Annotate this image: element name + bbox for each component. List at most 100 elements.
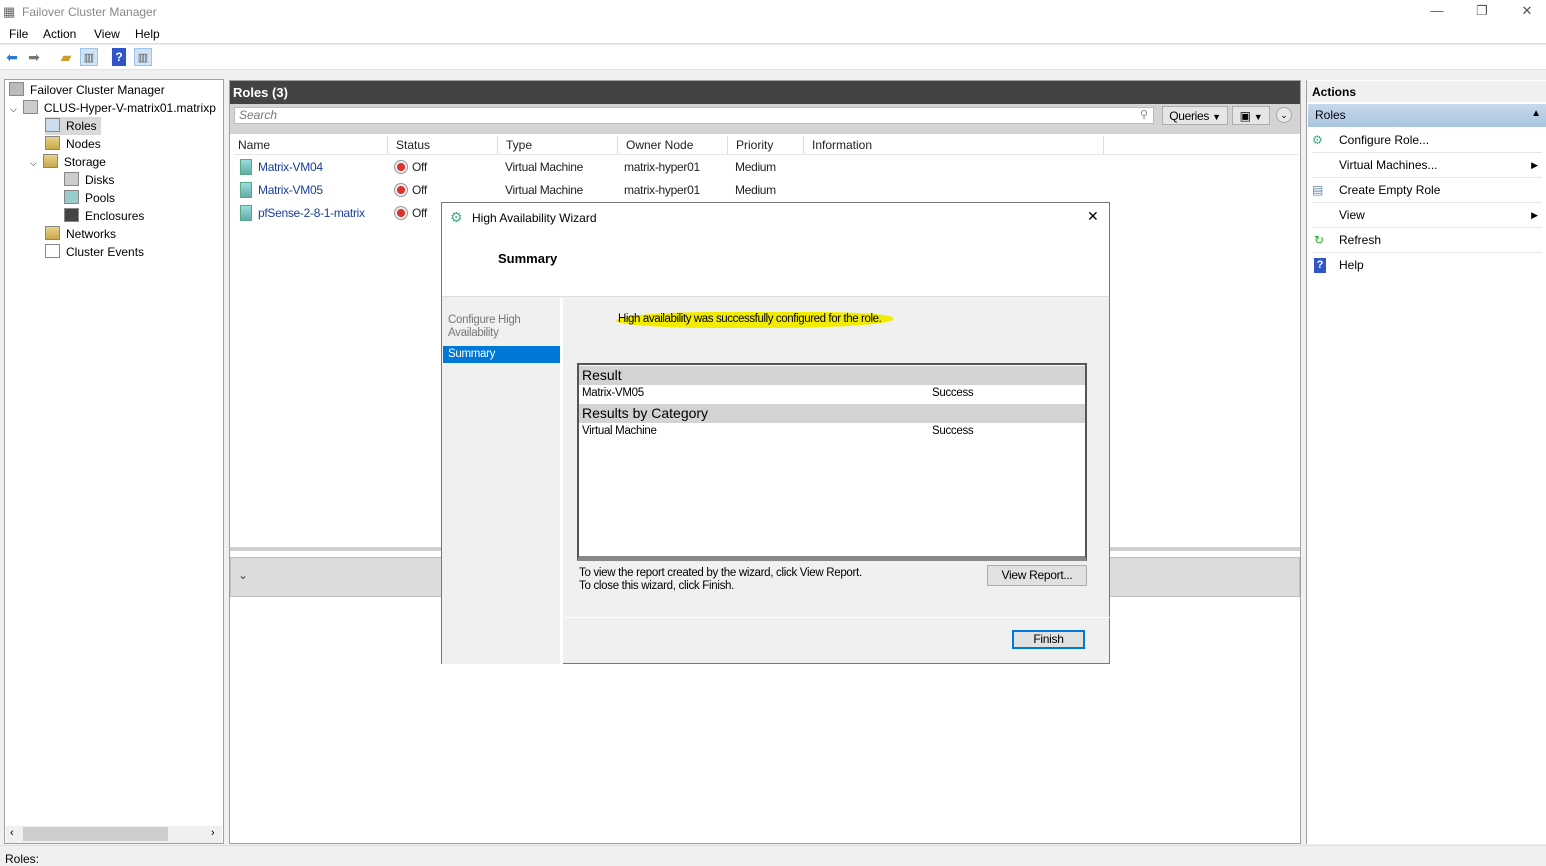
- restore-button[interactable]: ❐: [1472, 3, 1492, 19]
- action-help[interactable]: ? Help: [1312, 253, 1542, 278]
- tree-item-storage[interactable]: ⌵ Storage: [30, 153, 106, 171]
- roles-header: Roles (3): [230, 81, 1300, 104]
- tree-item-cluster-events[interactable]: Cluster Events: [45, 243, 144, 261]
- view-report-button[interactable]: View Report...: [987, 565, 1087, 586]
- chevron-down-icon[interactable]: ⌵: [30, 158, 37, 168]
- action-view[interactable]: View ▶: [1312, 203, 1542, 228]
- scroll-right-icon[interactable]: ›: [211, 827, 215, 839]
- menu-view[interactable]: View: [94, 27, 120, 41]
- action-label: Refresh: [1339, 233, 1382, 247]
- chevron-down-icon[interactable]: ⌵: [10, 104, 17, 114]
- finish-button[interactable]: Finish: [1012, 630, 1085, 649]
- minimize-button[interactable]: —: [1427, 3, 1447, 18]
- footer-divider: [565, 617, 1110, 618]
- tree-root[interactable]: Failover Cluster Manager: [9, 81, 165, 99]
- tree-label: Failover Cluster Manager: [30, 83, 165, 97]
- action-configure-role[interactable]: ⚙ Configure Role...: [1312, 128, 1542, 153]
- column-header-priority[interactable]: Priority: [728, 136, 804, 154]
- column-header-status[interactable]: Status: [388, 136, 498, 154]
- tree-item-pools[interactable]: Pools: [64, 189, 115, 207]
- back-arrow-icon[interactable]: ⬅: [3, 48, 21, 66]
- submenu-arrow-icon: ▶: [1531, 210, 1538, 220]
- column-header-type[interactable]: Type: [498, 136, 618, 154]
- dropdown-arrow-icon: ▼: [1212, 112, 1221, 122]
- table-row[interactable]: Matrix-VM05 Off Virtual Machine matrix-h…: [230, 180, 1300, 202]
- tree-cluster[interactable]: ⌵ CLUS-Hyper-V-matrix01.matrixp: [10, 99, 216, 117]
- role-type: Virtual Machine: [505, 160, 583, 174]
- result-header: Result: [579, 366, 1085, 385]
- roles-icon: [45, 118, 60, 132]
- close-button[interactable]: ✕: [1517, 3, 1537, 19]
- off-status-icon: [394, 183, 408, 197]
- cluster-manager-icon: [9, 82, 24, 96]
- collapse-chevron-icon[interactable]: ⌄: [1276, 107, 1292, 123]
- close-icon[interactable]: ✕: [1087, 208, 1099, 225]
- scrollbar-thumb[interactable]: [23, 827, 168, 841]
- tree-item-enclosures[interactable]: Enclosures: [64, 207, 144, 225]
- action-refresh[interactable]: ↻ Refresh: [1312, 228, 1542, 253]
- forward-arrow-icon[interactable]: ➡: [25, 48, 43, 66]
- wizard-page-heading: Summary: [498, 251, 558, 266]
- app-icon: ▦: [3, 4, 16, 19]
- show-hide-console-tree-icon[interactable]: ▥: [80, 48, 98, 66]
- help-icon[interactable]: ?: [112, 48, 126, 66]
- table-row[interactable]: Matrix-VM04 Off Virtual Machine matrix-h…: [230, 157, 1300, 179]
- window-title: Failover Cluster Manager: [22, 5, 157, 19]
- action-create-empty-role[interactable]: ▤ Create Empty Role: [1312, 178, 1542, 203]
- show-hide-action-pane-icon[interactable]: ▥: [134, 48, 152, 66]
- virtual-machine-icon: [240, 159, 252, 175]
- role-status: Off: [412, 160, 427, 174]
- tree-label: Networks: [66, 227, 117, 241]
- wizard-steps: Configure High Availability Summary: [442, 298, 563, 664]
- tree-label: CLUS-Hyper-V-matrix01.matrixp: [43, 101, 216, 115]
- up-folder-icon[interactable]: ▰: [57, 48, 75, 66]
- wizard-icon: ⚙: [450, 209, 463, 225]
- create-empty-role-icon: ▤: [1312, 183, 1324, 197]
- actions-section-roles[interactable]: Roles ▲: [1308, 104, 1546, 127]
- virtual-machine-icon: [240, 205, 252, 221]
- search-input[interactable]: Search: [234, 107, 1154, 124]
- column-header-name[interactable]: Name: [230, 136, 388, 154]
- save-query-button[interactable]: ▣ ▼: [1232, 106, 1270, 125]
- nodes-icon: [45, 136, 60, 150]
- off-status-icon: [394, 206, 408, 220]
- actions-title: Actions: [1307, 81, 1546, 102]
- action-label: View: [1339, 208, 1365, 222]
- cluster-icon: [22, 100, 38, 114]
- action-label: Virtual Machines...: [1339, 158, 1438, 172]
- role-type: Virtual Machine: [505, 183, 583, 197]
- results-box: Result Matrix-VM05 Success Results by Ca…: [577, 363, 1087, 561]
- action-virtual-machines[interactable]: Virtual Machines... ▶: [1312, 153, 1542, 178]
- tree-item-disks[interactable]: Disks: [64, 171, 114, 189]
- console-tree: Failover Cluster Manager ⌵ CLUS-Hyper-V-m…: [4, 79, 224, 844]
- step-configure-high-availability: Configure High Availability: [448, 314, 521, 339]
- off-status-icon: [394, 160, 408, 174]
- tree-label: Nodes: [66, 137, 101, 151]
- search-icon[interactable]: ⚲: [1140, 108, 1148, 121]
- queries-button[interactable]: Queries ▼: [1162, 106, 1228, 125]
- category-header: Results by Category: [579, 404, 1085, 423]
- section-label: Roles: [1315, 108, 1346, 122]
- column-header-information[interactable]: Information: [804, 136, 1104, 154]
- role-name: Matrix-VM05: [258, 183, 323, 197]
- tree-item-nodes[interactable]: Nodes: [45, 135, 101, 153]
- tree-label: Cluster Events: [66, 245, 145, 259]
- collapse-arrow-icon[interactable]: ▲: [1531, 108, 1541, 119]
- horizontal-scrollbar[interactable]: ‹ ›: [6, 826, 222, 843]
- tree-label: Storage: [63, 155, 106, 169]
- menu-help[interactable]: Help: [135, 27, 160, 41]
- expand-chevron-icon[interactable]: ⌄: [238, 568, 248, 582]
- tree-item-roles[interactable]: Roles: [45, 117, 101, 135]
- disks-icon: [64, 172, 79, 186]
- title-bar: ▦ Failover Cluster Manager — ❐ ✕: [0, 0, 1546, 24]
- column-header-owner-node[interactable]: Owner Node: [618, 136, 728, 154]
- wizard-hint: To view the report created by the wizard…: [579, 567, 862, 593]
- help-icon: ?: [1314, 258, 1326, 273]
- tree-item-networks[interactable]: Networks: [45, 225, 116, 243]
- scroll-left-icon[interactable]: ‹: [10, 827, 14, 839]
- tree-label: Pools: [85, 191, 116, 205]
- cluster-events-icon: [45, 244, 60, 258]
- menu-file[interactable]: File: [9, 27, 28, 41]
- result-name: Matrix-VM05: [582, 387, 644, 399]
- menu-action[interactable]: Action: [43, 27, 76, 41]
